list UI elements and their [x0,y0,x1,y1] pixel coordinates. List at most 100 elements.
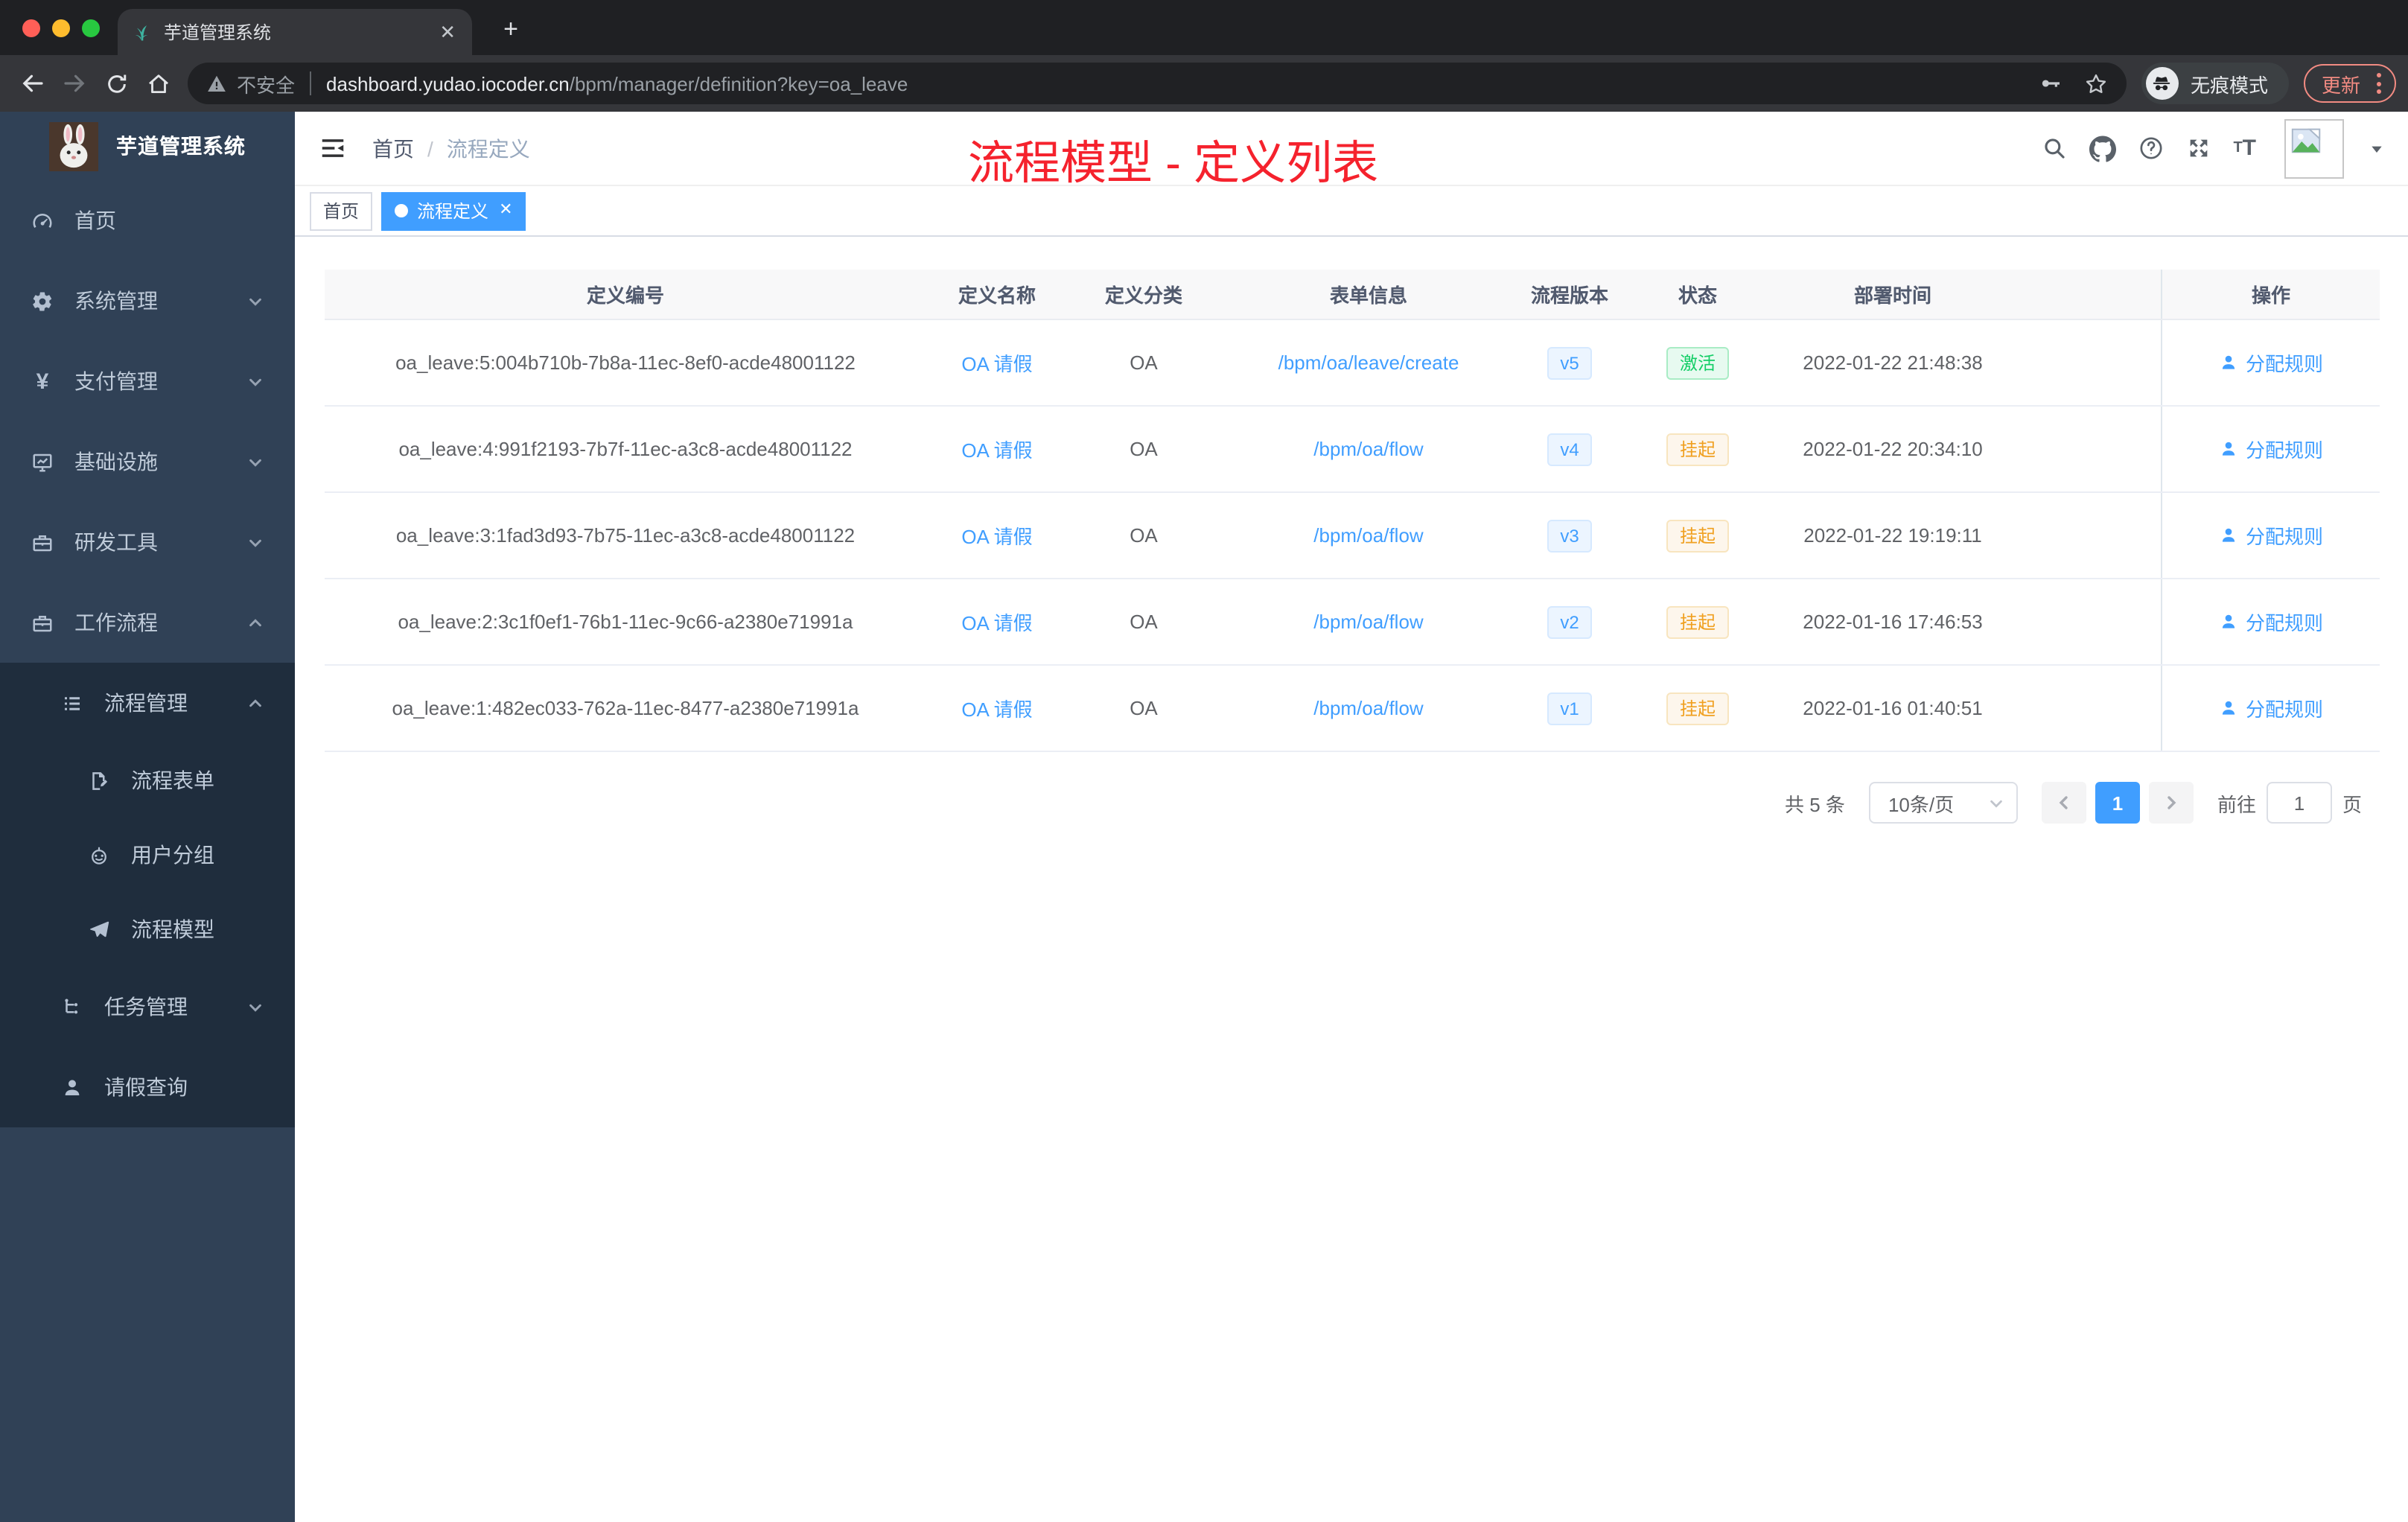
assign-rule-button[interactable]: 分配规则 [2219,521,2323,550]
app-title: 芋道管理系统 [116,134,246,158]
assign-rule-button[interactable]: 分配规则 [2219,608,2323,636]
definition-name-link[interactable]: OA 请假 [961,348,1032,377]
home-icon[interactable] [137,63,179,104]
sidebar-item-1[interactable]: 首页 [0,180,295,261]
sidebar-item-9[interactable]: 用户分组 [0,818,295,892]
page-content: 定义编号 定义名称 定义分类 表单信息 流程版本 状态 部署时间 操作 oa_leave:5:… [295,237,2408,1522]
sidebar-item-3[interactable]: ¥ 支付管理 [0,341,295,421]
chevron-down-icon [247,453,264,470]
avatar[interactable] [2284,118,2344,178]
back-icon[interactable] [12,63,54,104]
cell-spacer [2012,407,2161,491]
dashboard-icon [30,209,55,232]
sidebar: 芋道管理系统 首页系统管理 ¥ 支付管理 基础设施 研发工具 工作流程 流程管理流程表单用户… [0,112,295,1522]
current-page-button[interactable]: 1 [2095,782,2140,824]
key-icon[interactable] [2039,71,2063,95]
cell-definition-id: oa_leave:3:1fad3d93-7b75-11ec-a3c8-acde4… [395,524,856,547]
forward-icon[interactable] [54,63,95,104]
form-link[interactable]: /bpm/oa/flow [1313,438,1423,460]
breadcrumb-home[interactable]: 首页 [372,133,414,163]
form-link[interactable]: /bpm/oa/flow [1313,524,1423,547]
cell-status: 挂起 [1622,579,1774,664]
cell-form-info: /bpm/oa/flow [1220,407,1517,491]
reload-icon[interactable] [95,63,137,104]
paper-plane-icon [86,918,112,940]
definition-name-link[interactable]: OA 请假 [961,608,1032,636]
cell-actions: 分配规则 [2161,407,2380,491]
column-header-5: 流程版本 [1530,284,1608,307]
warning-icon [206,72,228,95]
breadcrumb: 首页 / 流程定义 [372,133,530,163]
update-label: 更新 [2321,74,2360,96]
tag-1[interactable]: 首页 [310,191,373,230]
assign-rule-label: 分配规则 [2245,439,2323,462]
star-icon[interactable] [2083,71,2109,96]
cell-form-info: /bpm/oa/flow [1220,666,1517,751]
cell-definition-name: OA 请假 [926,407,1068,491]
next-page-button[interactable] [2148,782,2194,824]
sidebar-item-label: 流程表单 [131,768,214,792]
definition-name-link[interactable]: OA 请假 [961,521,1032,550]
sidebar-item-4[interactable]: 基础设施 [0,421,295,502]
assign-rule-button[interactable]: 分配规则 [2219,435,2323,463]
tree-icon [60,996,85,1018]
assign-rule-button[interactable]: 分配规则 [2219,348,2323,377]
table-header: 定义编号 定义名称 定义分类 表单信息 流程版本 状态 部署时间 操作 [325,270,2380,320]
cell-version: v4 [1517,407,1622,491]
table-row-1: oa_leave:5:004b710b-7b8a-11ec-8ef0-acde4… [325,320,2380,407]
active-tag-dot [395,204,409,217]
sidebar-item-7[interactable]: 流程管理 [0,663,295,743]
tag-label: 流程定义 [417,201,489,222]
fullscreen-icon[interactable] [2185,136,2211,161]
sidebar-item-5[interactable]: 研发工具 [0,502,295,582]
search-icon[interactable] [2041,136,2066,161]
cell-spacer [2012,666,2161,751]
assign-rule-button[interactable]: 分配规则 [2219,694,2323,722]
tag-2[interactable]: 流程定义 ✕ [381,191,526,230]
zoom-window-button[interactable] [82,19,100,37]
address-divider [310,71,312,95]
github-icon[interactable] [2089,135,2116,162]
sidebar-item-2[interactable]: 系统管理 [0,261,295,341]
address-bar[interactable]: 不安全 dashboard.yudao.iocoder.cn /bpm/mana… [188,63,2127,104]
help-icon[interactable] [2138,136,2163,161]
sidebar-item-label: 用户分组 [131,843,214,867]
definition-name-link[interactable]: OA 请假 [961,435,1032,463]
gear-icon [30,290,55,312]
main-area: 首页 / 流程定义 TT 首页 流程定义 ✕ 定义编号 定义名称 定义分类 表单信 [295,112,2408,1522]
cell-category: OA [1130,351,1158,374]
goto-page-input[interactable] [2266,782,2332,824]
assign-rule-label: 分配规则 [2245,612,2323,634]
sidebar-item-11[interactable]: 任务管理 [0,967,295,1047]
sidebar-item-6[interactable]: 工作流程 [0,582,295,663]
page-size-select[interactable]: 10条/页 [1868,782,2018,824]
chevron-down-icon[interactable] [2369,141,2384,156]
table-row-3: oa_leave:3:1fad3d93-7b75-11ec-a3c8-acde4… [325,493,2380,579]
minimize-window-button[interactable] [52,19,70,37]
person-icon [2219,439,2238,459]
form-link[interactable]: /bpm/oa/flow [1313,697,1423,719]
assign-rule-label: 分配规则 [2245,698,2323,721]
cell-actions: 分配规则 [2161,666,2380,751]
security-label[interactable]: 不安全 [237,69,295,98]
browser-tab[interactable]: 芋道管理系统 ✕ [118,9,472,55]
form-link[interactable]: /bpm/oa/leave/create [1278,351,1459,374]
sidebar-item-12[interactable]: 请假查询 [0,1047,295,1127]
prev-page-button[interactable] [2041,782,2086,824]
new-tab-button[interactable]: + [493,12,529,48]
font-size-icon[interactable]: TT [2233,136,2256,161]
form-link[interactable]: /bpm/oa/flow [1313,611,1423,633]
chevron-down-icon [247,999,264,1015]
browser-update-button[interactable]: 更新 [2303,64,2396,103]
sidebar-item-8[interactable]: 流程表单 [0,743,295,818]
tag-close-icon[interactable]: ✕ [499,202,512,219]
status-badge: 挂起 [1666,433,1729,465]
menu-kebab-icon[interactable] [2374,73,2384,94]
sidebar-item-10[interactable]: 流程模型 [0,892,295,967]
close-window-button[interactable] [22,19,40,37]
definition-name-link[interactable]: OA 请假 [961,694,1032,722]
hamburger-icon[interactable] [313,129,351,168]
sidebar-item-label: 系统管理 [74,289,158,313]
tab-close-icon[interactable]: ✕ [436,20,459,44]
header-spacer [2012,270,2161,319]
